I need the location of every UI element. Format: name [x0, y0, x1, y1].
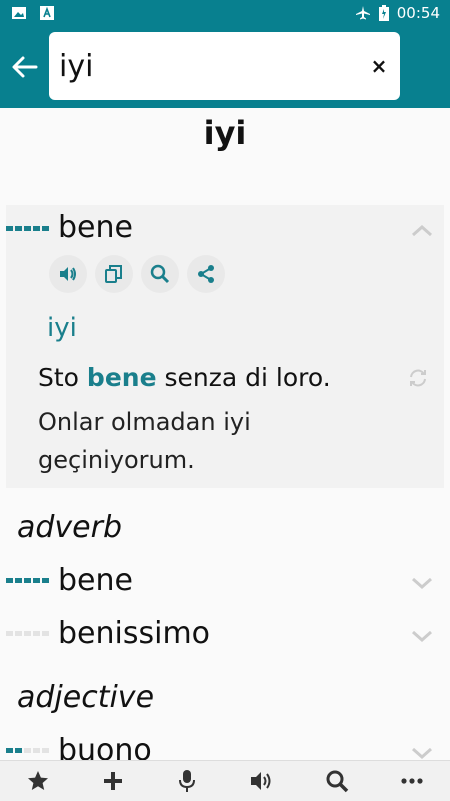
chevron-down-icon[interactable]: [410, 628, 434, 644]
search-button-bottom[interactable]: [323, 767, 351, 795]
speaker-icon: [60, 267, 76, 281]
app-bar: ×: [0, 28, 450, 108]
translation-link[interactable]: iyi: [47, 313, 77, 343]
expanded-entry-card[interactable]: bene iyi Sto bene senza di loro. Onlar o…: [6, 205, 444, 488]
voice-input-button[interactable]: [173, 767, 201, 795]
bottom-toolbar: [0, 760, 450, 801]
microphone-icon: [179, 770, 195, 792]
frequency-indicator: [6, 748, 49, 753]
refresh-icon[interactable]: [408, 368, 428, 388]
font-icon: [40, 6, 54, 20]
frequency-indicator: [6, 578, 49, 583]
back-arrow-icon[interactable]: [10, 52, 40, 82]
more-icon: [401, 778, 423, 784]
example-text-before: Sto: [38, 363, 87, 392]
example-text-after: senza di loro.: [156, 363, 331, 392]
search-input[interactable]: [59, 46, 359, 86]
plus-icon: [104, 772, 122, 790]
entry-word-buono[interactable]: buono: [58, 733, 152, 760]
add-button[interactable]: [99, 767, 127, 795]
example-sentence: Sto bene senza di loro.: [38, 363, 331, 392]
copy-icon: [105, 265, 122, 283]
pronounce-button[interactable]: [49, 255, 87, 293]
example-highlight: bene: [86, 363, 157, 392]
entry-word: bene: [58, 210, 133, 245]
favorites-button[interactable]: [24, 767, 52, 795]
content-area: iyi bene iyi Sto bene senza di loro. Onl…: [0, 108, 450, 760]
frequency-indicator: [6, 631, 49, 636]
headword-title: iyi: [203, 114, 247, 152]
chevron-up-icon[interactable]: [410, 223, 434, 239]
speaker-icon: [251, 772, 271, 790]
entry-word-bene[interactable]: bene: [58, 563, 133, 598]
chevron-down-icon[interactable]: [410, 575, 434, 591]
more-button[interactable]: [398, 767, 426, 795]
airplane-icon: [355, 6, 370, 20]
star-icon: [28, 771, 48, 790]
search-icon: [150, 264, 170, 284]
example-translation: Onlar olmadan iyi geçiniyorum.: [38, 408, 251, 474]
chevron-down-icon[interactable]: [410, 745, 434, 760]
search-button[interactable]: [141, 255, 179, 293]
clear-icon[interactable]: ×: [370, 54, 388, 78]
speak-button[interactable]: [248, 767, 276, 795]
part-of-speech-adjective: adjective: [17, 680, 155, 715]
search-icon: [326, 770, 349, 793]
share-button[interactable]: [187, 255, 225, 293]
frequency-indicator: [6, 226, 49, 231]
image-icon: [12, 7, 26, 19]
status-bar: 00:54: [0, 0, 450, 28]
copy-button[interactable]: [95, 255, 133, 293]
part-of-speech-adverb: adverb: [17, 510, 123, 545]
search-box: ×: [49, 32, 400, 100]
status-time: 00:54: [396, 4, 440, 22]
entry-word-benissimo[interactable]: benissimo: [58, 616, 210, 651]
share-icon: [198, 265, 214, 283]
battery-icon: [378, 5, 389, 21]
